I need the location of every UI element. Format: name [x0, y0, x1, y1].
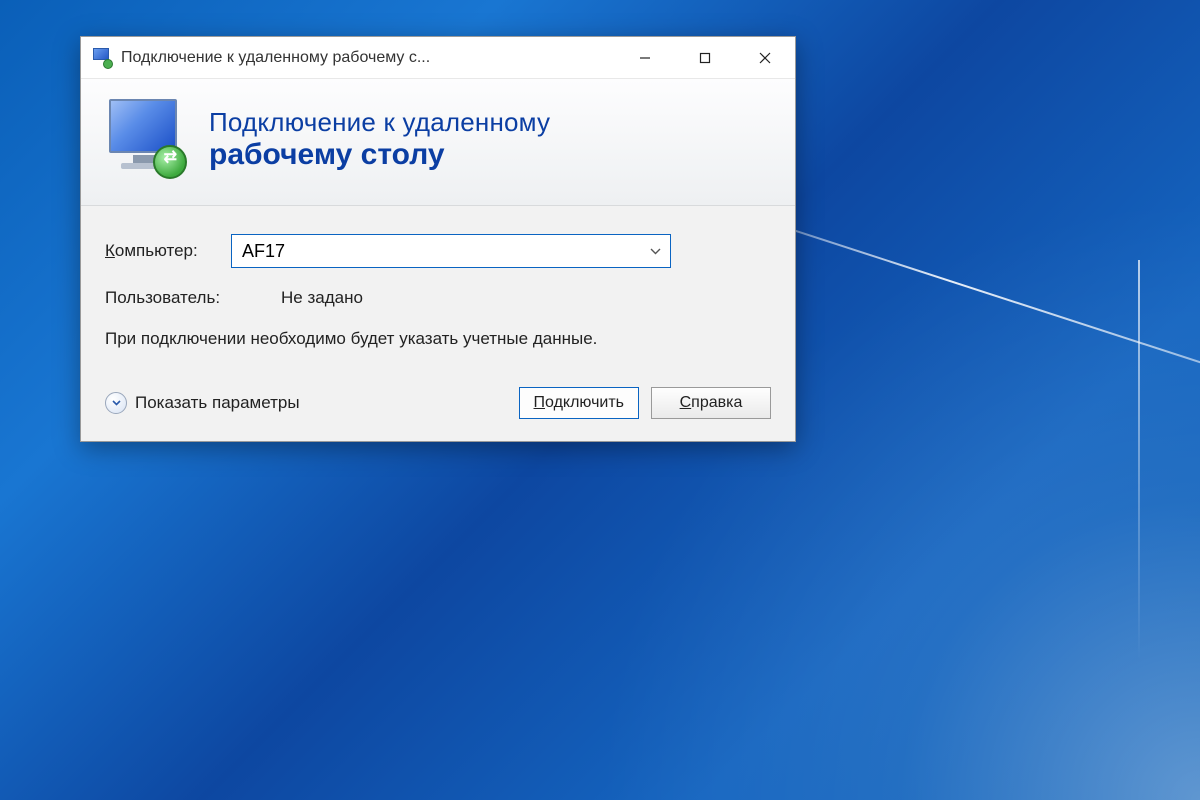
- close-button[interactable]: [735, 37, 795, 79]
- help-button[interactable]: Справка: [651, 387, 771, 419]
- chevron-down-circle-icon: [105, 392, 127, 414]
- rdp-app-icon: [91, 47, 113, 69]
- header-line1: Подключение к удаленному: [209, 108, 550, 138]
- header-line2: рабочему столу: [209, 138, 550, 173]
- rdp-large-icon: ⇄: [103, 97, 189, 183]
- rdp-dialog-window: Подключение к удаленному рабочему с...: [80, 36, 796, 442]
- computer-label: Компьютер:: [105, 241, 231, 261]
- show-options-toggle[interactable]: Показать параметры: [105, 392, 300, 414]
- computer-input[interactable]: [242, 241, 648, 262]
- show-options-label: Показать параметры: [135, 393, 300, 413]
- header-band: ⇄ Подключение к удаленному рабочему стол…: [81, 79, 795, 206]
- user-value: Не задано: [281, 288, 363, 308]
- desktop-background: Подключение к удаленному рабочему с...: [0, 0, 1200, 800]
- window-title: Подключение к удаленному рабочему с...: [121, 49, 430, 67]
- titlebar[interactable]: Подключение к удаленному рабочему с...: [81, 37, 795, 79]
- user-label: Пользователь:: [105, 288, 281, 308]
- maximize-button[interactable]: [675, 37, 735, 79]
- credentials-info: При подключении необходимо будет указать…: [105, 328, 665, 351]
- dialog-body: Компьютер: Пользователь: Не задано При п…: [81, 206, 795, 441]
- minimize-button[interactable]: [615, 37, 675, 79]
- connect-button[interactable]: Подключить: [519, 387, 639, 419]
- computer-combobox[interactable]: [231, 234, 671, 268]
- chevron-down-icon[interactable]: [648, 235, 662, 267]
